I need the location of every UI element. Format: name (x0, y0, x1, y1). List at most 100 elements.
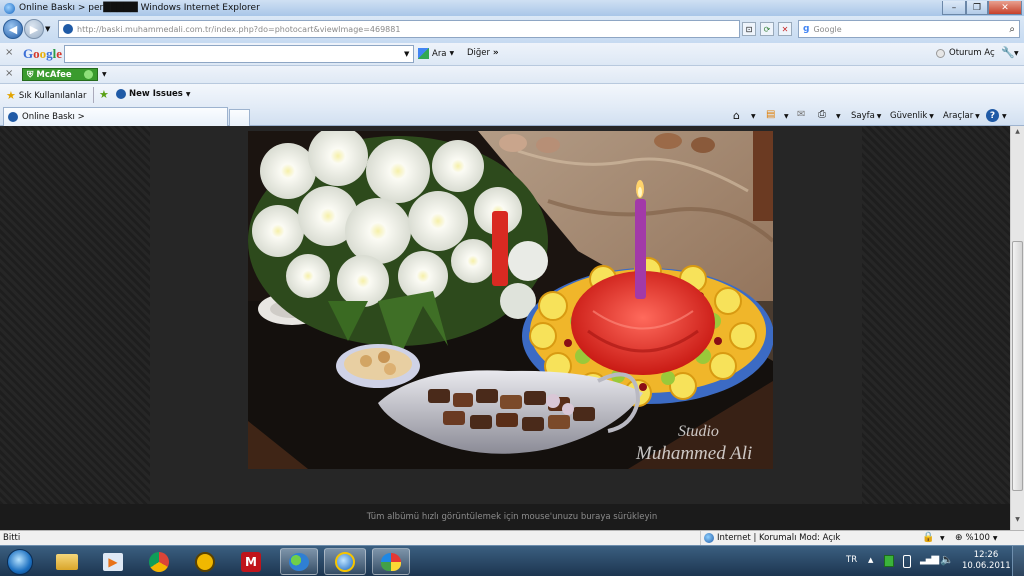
volume-icon[interactable]: 🔈 (940, 553, 954, 566)
window-title-bar[interactable]: Online Baskı > per█████ Windows Internet… (0, 0, 1024, 16)
feeds-icon[interactable]: ▤ (766, 109, 775, 120)
google-search-button[interactable]: Ara ▼ (418, 48, 454, 59)
scroll-down-arrow-icon[interactable]: ▼ (1013, 516, 1022, 526)
safely-remove-hardware-icon[interactable] (884, 555, 894, 567)
compatibility-view-icon[interactable]: ⊡ (742, 22, 756, 36)
windows-orb-icon (7, 548, 33, 575)
search-icon (418, 48, 429, 59)
taskbar-mcafee[interactable]: M (232, 548, 270, 575)
forward-button[interactable]: ▶ (24, 19, 44, 39)
chrome-icon (149, 551, 169, 572)
home-icon[interactable]: ⌂ (733, 109, 740, 122)
chevron-down-icon[interactable]: ▼ (1002, 113, 1007, 120)
help-icon[interactable]: ? (986, 109, 999, 122)
close-window-button[interactable]: ✕ (988, 1, 1022, 15)
start-button[interactable] (2, 546, 38, 576)
chevron-down-icon[interactable]: ▼ (1014, 50, 1019, 57)
close-toolbar-icon[interactable]: × (5, 68, 13, 79)
tools-menu[interactable]: Araçlar ▼ (943, 111, 980, 121)
taskbar-media-player[interactable]: ▶ (94, 548, 132, 575)
search-field[interactable]: g Google ⌕ (798, 20, 1020, 38)
print-icon[interactable]: ⎙ (818, 109, 826, 120)
close-toolbar-icon[interactable]: × (5, 47, 13, 58)
celebration-cake-photo: Studio Muhammed Ali (248, 131, 773, 469)
watermark-studio: Studio (678, 423, 719, 440)
left-pattern-panel (0, 126, 150, 530)
mcafee-siteadvisor-button[interactable]: ⛨ McAfee (22, 68, 98, 81)
chevron-down-icon[interactable]: ▼ (836, 113, 841, 120)
minimize-button[interactable]: – (942, 1, 966, 15)
internet-explorer-icon (335, 551, 355, 572)
chevron-down-icon[interactable]: ▼ (784, 113, 789, 120)
taskbar-internet-explorer[interactable] (324, 548, 366, 575)
taskbar-chrome[interactable] (140, 548, 178, 575)
safety-menu[interactable]: Güvenlik ▼ (890, 111, 934, 121)
network-signal-icon[interactable]: ▂▄▆ (920, 554, 939, 565)
google-search-input[interactable] (64, 45, 414, 63)
taskbar-app-arrows[interactable] (186, 548, 224, 575)
vertical-scrollbar[interactable]: ▲ ▼ (1010, 126, 1024, 530)
page-icon (63, 24, 73, 34)
show-hidden-icons-icon[interactable]: ▲ (868, 556, 873, 564)
clock-date: 10.06.2011 (962, 561, 1011, 571)
new-issues-link[interactable]: New Issues ▼ (116, 89, 190, 99)
palette-icon (381, 552, 401, 571)
address-field[interactable]: http://baski.muhammedali.com.tr/index.ph… (58, 20, 740, 38)
sign-in-button[interactable]: Oturum Aç (936, 48, 995, 58)
taskbar-paint[interactable] (372, 548, 410, 575)
page-icon (116, 89, 126, 99)
album-hint-text: Tüm albümü hızlı görüntülemek için mouse… (366, 512, 658, 522)
globe-icon (704, 533, 714, 543)
back-button[interactable]: ◀ (3, 19, 23, 39)
battery-icon[interactable] (903, 555, 911, 568)
favorites-button[interactable]: ★ Sık Kullanılanlar (6, 89, 87, 102)
taskbar-explorer[interactable] (48, 548, 86, 575)
search-placeholder: Google (813, 24, 842, 34)
zoom-control[interactable]: ⊕ %100 ▼ (955, 533, 997, 543)
refresh-icon[interactable]: ⟳ (760, 22, 774, 36)
recent-pages-dropdown[interactable]: ▼ (45, 25, 50, 33)
transfer-arrows-icon (195, 551, 215, 572)
watermark-muhammed-ali: Muhammed Ali (635, 443, 752, 464)
google-search-dropdown[interactable]: ▼ (404, 50, 409, 58)
clock[interactable]: 12:26 10.06.2011 (962, 550, 1011, 572)
add-to-favorites-icon[interactable]: ★ (99, 88, 109, 101)
right-pattern-panel (862, 126, 1010, 530)
google-logo: Google (23, 46, 63, 61)
mail-icon[interactable]: ✉ (797, 109, 805, 120)
web-page-content: Studio Muhammed Ali Tüm albümü hızlı gör… (0, 126, 1024, 530)
google-toolbar: × Google ▼ Ara ▼ Diğer » Oturum Aç 🔧 ▼ (0, 43, 1024, 66)
album-preview-hover-strip[interactable]: Tüm albümü hızlı görüntülemek için mouse… (0, 504, 1024, 530)
wrench-icon[interactable]: 🔧 (1001, 46, 1015, 59)
address-toolbar: ◀ ▶ ▼ http://baski.muhammedali.com.tr/in… (0, 16, 1024, 43)
chevron-down-icon[interactable]: ▼ (940, 535, 945, 542)
user-icon (936, 48, 945, 58)
new-tab-button[interactable] (229, 109, 250, 126)
internet-explorer-icon (4, 2, 15, 14)
mcafee-icon: M (241, 551, 261, 572)
scroll-thumb[interactable] (1012, 241, 1023, 491)
language-indicator[interactable]: TR (846, 555, 857, 565)
scroll-up-arrow-icon[interactable]: ▲ (1013, 128, 1022, 138)
tab-online-baski[interactable]: Online Baskı > (3, 107, 228, 126)
messenger-icon (289, 552, 309, 571)
page-menu[interactable]: Sayfa ▼ (851, 111, 881, 121)
chevron-down-icon[interactable]: ▼ (751, 113, 756, 120)
back-arrow-icon: ◀ (8, 22, 18, 36)
zoom-icon: ⊕ (955, 533, 963, 543)
security-zone[interactable]: Internet | Korumalı Mod: Açık (704, 533, 840, 543)
taskbar-messenger[interactable] (280, 548, 318, 575)
search-icon[interactable]: ⌕ (1009, 24, 1015, 35)
chevron-down-icon: ▼ (185, 90, 191, 98)
divider (700, 531, 701, 545)
status-bar: Bitti Internet | Korumalı Mod: Açık 🔒 ▼ … (0, 530, 1024, 545)
stop-icon[interactable]: ✕ (778, 22, 792, 36)
maximize-button[interactable]: ❐ (966, 1, 988, 15)
protected-mode-icon[interactable]: 🔒 (922, 532, 934, 543)
url-text: http://baski.muhammedali.com.tr/index.ph… (77, 24, 401, 34)
chevron-down-icon[interactable]: ▼ (102, 71, 107, 78)
show-desktop-button[interactable] (1012, 546, 1024, 576)
favorites-bar: ★ Sık Kullanılanlar ★ New Issues ▼ (0, 84, 1024, 106)
more-button[interactable]: Diğer » (467, 48, 499, 58)
photo-viewer-image[interactable]: Studio Muhammed Ali (248, 131, 773, 469)
